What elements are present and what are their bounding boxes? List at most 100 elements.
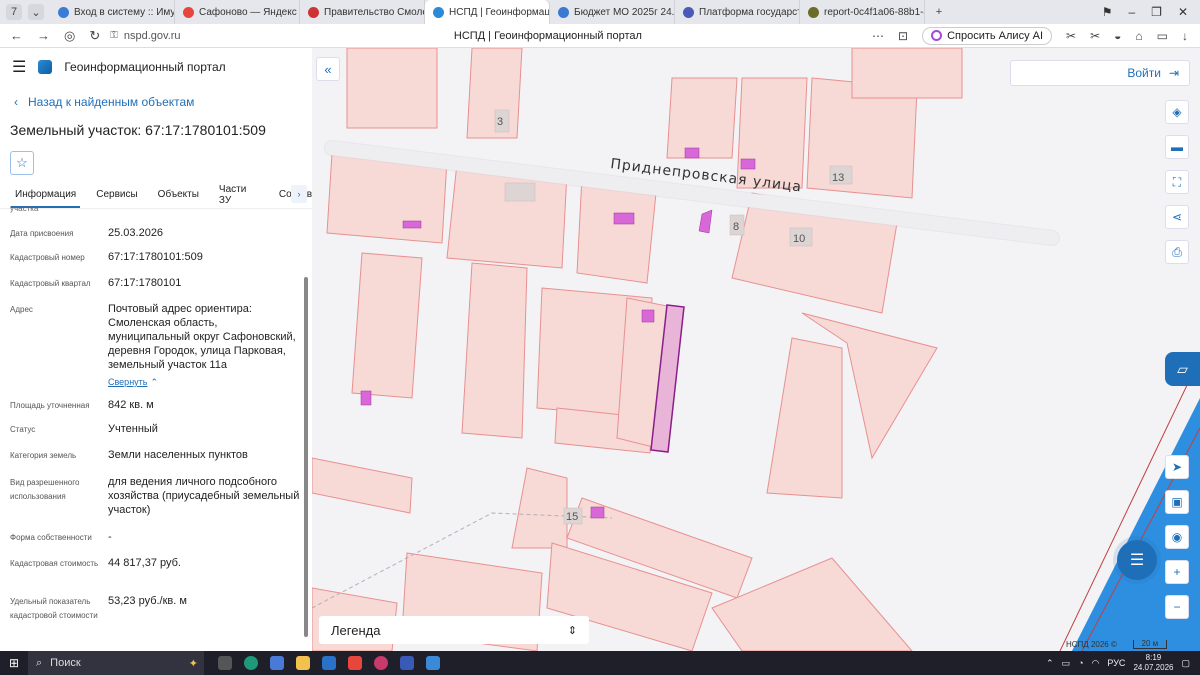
map-footer: НСПД 2026 © 20 м [1066,640,1167,649]
extension-icon[interactable]: ⌂ [1135,29,1142,43]
app-icon[interactable] [426,656,440,670]
downloads-icon[interactable]: ↓ [1182,29,1188,43]
login-button[interactable]: Войти ⇥ [1010,60,1190,86]
search-label: Поиск [50,657,81,669]
notifications-icon[interactable]: ▢ [1181,658,1190,669]
locate-icon[interactable]: ◉ [1165,525,1189,549]
collapse-panel-button[interactable]: « [316,57,340,81]
land-parcel [346,48,438,129]
explorer-icon[interactable] [296,656,310,670]
browser-tab[interactable]: Бюджет МО 2025г 24.2.20 [550,0,675,24]
extension-icon[interactable]: ✂ [1066,29,1076,43]
panel-scrollbar[interactable] [303,207,309,645]
field-value: для ведения личного подсобного хозяйства… [108,476,300,516]
tab-count-badge[interactable]: 7 [6,4,22,20]
bookmark-icon[interactable]: ⊡ [898,29,908,43]
wifi-icon[interactable]: ◠ [1092,658,1100,669]
tab-information[interactable]: Информация [10,189,81,208]
field-label-cut: участка [10,204,39,213]
back-to-results-link[interactable]: ‹ Назад к найденным объектам [0,86,312,117]
minimap-icon[interactable]: ▣ [1165,490,1189,514]
yandex-browser-icon[interactable] [400,656,414,670]
chevron-up-icon[interactable]: ⌃ [1046,658,1054,669]
more-icon[interactable]: ⋯ [872,29,884,43]
new-tab-icon[interactable]: + [931,4,947,20]
collapse-link[interactable]: Свернуть [108,377,147,387]
map-toolbar-top: ◈ ▬ ⛶ ⋖ ⎙ [1165,100,1189,264]
ruler-icon[interactable]: ▬ [1165,135,1189,159]
field-label: Форма собственности [10,533,92,542]
field-label: Дата присвоения [10,229,74,238]
url-field[interactable]: nspd.gov.ru [124,30,454,42]
browser-tab[interactable]: Сафоново — Яндекс Карт [175,0,300,24]
print-icon[interactable]: ⎙ [1165,240,1189,264]
tab-parts[interactable]: Части ЗУ [219,184,259,206]
building [641,309,655,323]
field-label: Кадастровый квартал [10,279,91,288]
language-indicator[interactable]: РУС [1107,658,1125,668]
favorite-star-button[interactable]: ☆ [10,151,34,175]
network-icon[interactable]: ▭ [1062,658,1071,669]
task-view-icon[interactable] [218,656,232,670]
house-number: 8 [733,221,739,233]
taskbar-apps [218,656,440,670]
map-view[interactable]: 3 13 8 10 15 Приднепровская улица [312,48,1200,651]
windows-start-icon[interactable]: ⊞ [0,656,28,670]
select-area-icon[interactable]: ⛶ [1165,170,1189,194]
map-scale: 20 м [1132,640,1167,649]
yandex-icon[interactable] [348,656,362,670]
extension-icon[interactable]: ✂ [1090,29,1100,43]
protect-icon[interactable]: ◎ [64,28,75,44]
layers-icon[interactable]: ◈ [1165,100,1189,124]
map-canvas[interactable]: 3 13 8 10 15 Приднепровская улица [312,48,1200,651]
tabs-scroll-right-button[interactable]: › [291,185,307,203]
address-bar: ← → ◎ ↻ ⚿ nspd.gov.ru НСПД | Геоинформац… [0,24,1200,48]
minimize-icon[interactable]: – [1128,5,1135,19]
layers-panel-tab[interactable]: ▱ [1165,352,1200,386]
browser-tab[interactable]: Платформа государствен [675,0,800,24]
legend-dropdown[interactable]: Легенда ⇕ [319,616,589,644]
chevron-left-icon: ‹ [14,94,18,109]
lock-icon[interactable]: ⚿ [110,30,118,41]
browser-tab-active[interactable]: НСПД | Геоинформаци× [425,0,550,24]
browser-tab[interactable]: report-0c4f1a06-88b1-424× [800,0,925,24]
land-parcel [736,77,808,189]
back-arrow-icon[interactable]: ← [10,28,23,44]
browser-tab[interactable]: Вход в систему :: Имущес× [50,0,175,24]
collections-icon[interactable]: ▭ [1157,29,1168,43]
tab-label: Бюджет МО 2025г 24.2.20 [574,6,675,18]
favicon-icon [808,6,819,18]
login-label: Войти [1127,66,1161,80]
edge-icon[interactable] [244,656,258,670]
restore-icon[interactable]: ❐ [1151,5,1162,19]
field-value: 44 817,37 руб. [108,557,181,569]
reload-icon[interactable]: ↻ [89,28,100,44]
share-icon[interactable]: ⋖ [1165,205,1189,229]
vpn-icon[interactable]: ◒ [1114,29,1121,43]
clock[interactable]: 8:19 24.07.2026 [1133,653,1173,673]
forward-arrow-icon[interactable]: → [37,28,50,44]
tab-services[interactable]: Сервисы [96,189,137,200]
taskbar-search[interactable]: ⌕ Поиск ✦ [28,651,204,675]
land-parcel [461,262,528,439]
zoom-in-icon[interactable]: + [1165,560,1189,584]
land-parcel [351,252,423,399]
close-window-icon[interactable]: ✕ [1178,5,1188,19]
browser-tab[interactable]: Правительство Смоленс [300,0,425,24]
chevron-up-icon[interactable]: ⌃ [151,377,159,387]
ask-alice-button[interactable]: Спросить Алису AI [922,26,1053,45]
chat-button[interactable]: ☰ [1117,540,1157,580]
volume-icon[interactable]: ◔ [1078,658,1083,668]
app-icon[interactable] [374,656,388,670]
store-icon[interactable] [270,656,284,670]
geolocation-icon[interactable]: ➤ [1165,455,1189,479]
outlook-icon[interactable] [322,656,336,670]
zoom-out-icon[interactable]: − [1165,595,1189,619]
tab-objects[interactable]: Объекты [158,189,199,200]
chevron-down-icon[interactable]: ⌄ [28,4,44,20]
bookmark-icon[interactable]: ⚑ [1102,5,1113,19]
menu-icon[interactable]: ☰ [12,57,26,77]
building [740,158,756,170]
clock-date: 24.07.2026 [1133,663,1174,672]
scrollbar-thumb[interactable] [304,277,308,637]
